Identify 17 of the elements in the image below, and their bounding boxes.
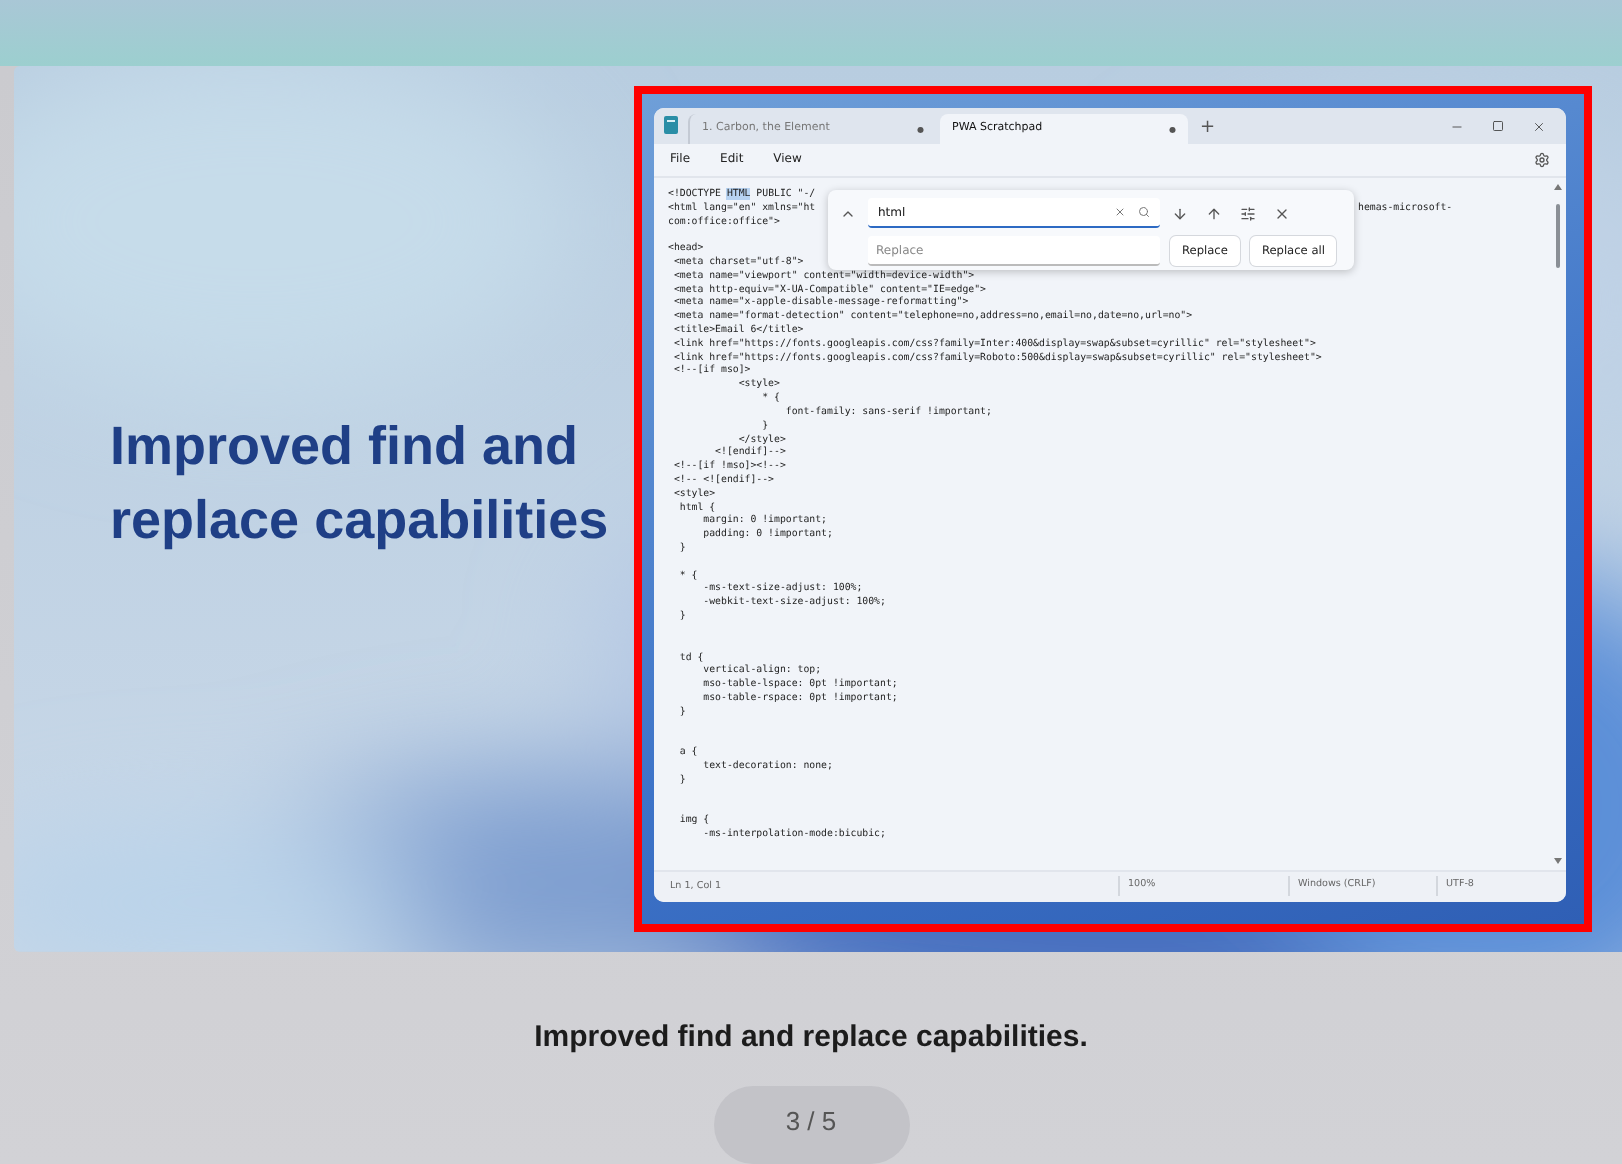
arrow-down-icon[interactable] [1172,205,1188,222]
page-indicator: 3 / 5 [713,1085,909,1164]
new-tab-button[interactable]: + [1200,117,1216,138]
clear-icon[interactable] [1114,206,1126,219]
maximize-icon[interactable] [1492,119,1504,132]
scroll-up-icon[interactable] [1553,183,1561,190]
close-icon[interactable] [1274,205,1290,222]
close-icon[interactable] [1532,119,1546,134]
slide-heading: Improved find and replace capabilities [110,414,611,555]
scroll-down-icon[interactable] [1553,857,1561,864]
arrow-up-icon[interactable] [1206,205,1222,222]
sliders-icon[interactable] [1240,205,1256,222]
settings-icon[interactable] [1534,151,1550,168]
search-icon[interactable] [1138,206,1150,219]
notebook-icon [664,115,678,134]
caption: Improved find and replace capabilities. [534,1019,1088,1054]
scrollbar-thumb[interactable] [1555,203,1559,268]
